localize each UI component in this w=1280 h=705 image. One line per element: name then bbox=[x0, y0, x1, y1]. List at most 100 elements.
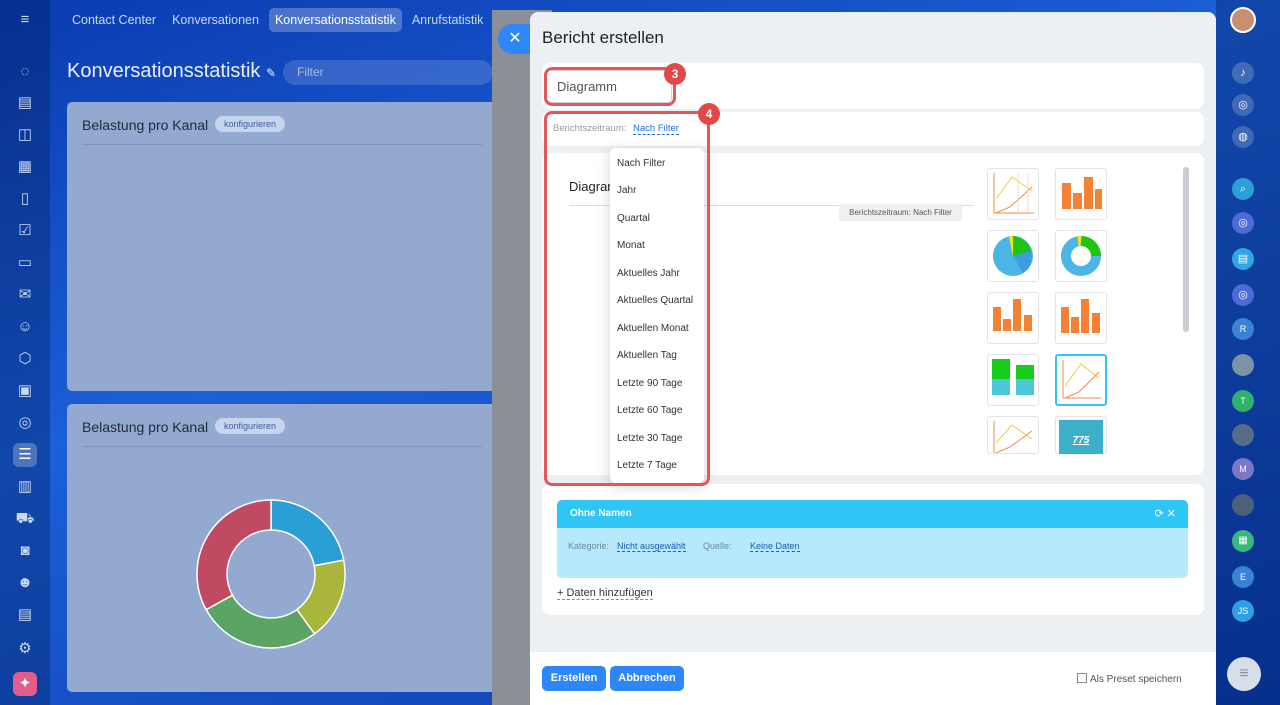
sheet-icon[interactable]: ▦ bbox=[1232, 530, 1254, 552]
dataset-name[interactable]: Ohne Namen bbox=[570, 508, 632, 519]
line-chart-thumb-icon bbox=[993, 173, 1034, 214]
widget-type-area[interactable] bbox=[987, 416, 1039, 454]
source-label: Quelle: bbox=[703, 541, 732, 551]
calendar-icon[interactable]: ▦ bbox=[13, 155, 37, 179]
channel-icon[interactable]: ◎ bbox=[1232, 212, 1254, 234]
bar-chart-thumb-icon bbox=[1062, 177, 1102, 209]
pulse-icon[interactable]: ◌ bbox=[13, 60, 37, 84]
user-photo-avatar[interactable] bbox=[1232, 424, 1254, 446]
add-data-link[interactable]: + Daten hinzufügen bbox=[557, 587, 653, 600]
notifications-icon[interactable]: ♪ bbox=[1232, 62, 1254, 84]
card-title: Belastung pro Kanal bbox=[82, 419, 209, 435]
divider bbox=[82, 144, 482, 145]
chat-icon[interactable]: ◫ bbox=[13, 123, 37, 147]
configure-button[interactable]: konfigurieren bbox=[215, 418, 286, 434]
preview-scrollbar[interactable] bbox=[1183, 167, 1189, 332]
widget-type-pie-chart[interactable] bbox=[987, 230, 1039, 282]
linear-chart-thumb-icon bbox=[1062, 360, 1101, 399]
mail-icon[interactable]: ✉ bbox=[13, 283, 37, 307]
category-label: Kategorie: bbox=[568, 541, 610, 551]
box-icon[interactable]: ◙ bbox=[13, 539, 37, 563]
menu-icon[interactable]: ≡ bbox=[13, 8, 37, 32]
user-initial-avatar[interactable]: E bbox=[1232, 566, 1254, 588]
settings-icon[interactable]: ⚙ bbox=[13, 637, 37, 661]
store-icon[interactable]: ▤ bbox=[13, 603, 37, 627]
widget-type-donut-chart[interactable] bbox=[1055, 230, 1107, 282]
report-card-2: Belastung pro Kanal konfigurieren bbox=[67, 404, 497, 692]
number-widget-value: 775 bbox=[1072, 435, 1090, 446]
slider-title: Bericht erstellen bbox=[542, 28, 664, 47]
widget-type-grouped-bar[interactable] bbox=[987, 292, 1039, 344]
highlight-name bbox=[544, 67, 676, 106]
highlight-period bbox=[544, 111, 710, 486]
user-photo-avatar[interactable] bbox=[1232, 494, 1254, 516]
rocket-icon[interactable]: ✦ bbox=[13, 672, 37, 696]
cancel-button[interactable]: Abbrechen bbox=[610, 666, 684, 691]
donut-chart bbox=[196, 499, 346, 649]
pie-chart-thumb-icon bbox=[993, 236, 1033, 276]
target-icon[interactable]: ◎ bbox=[13, 411, 37, 435]
edit-pencil-icon[interactable]: ✎ bbox=[266, 66, 276, 80]
user-initial-avatar[interactable]: M bbox=[1232, 458, 1254, 480]
source-selector[interactable]: Keine Daten bbox=[750, 541, 800, 552]
hexagon-icon[interactable]: ⬡ bbox=[13, 347, 37, 371]
analytics-icon[interactable]: ▥ bbox=[13, 475, 37, 499]
widget-type-histogram[interactable] bbox=[1055, 292, 1107, 344]
user-avatar[interactable] bbox=[1230, 7, 1256, 33]
preset-checkbox[interactable] bbox=[1077, 673, 1087, 683]
document-icon[interactable]: ▯ bbox=[13, 187, 37, 211]
widget-type-stacked-bar[interactable] bbox=[987, 354, 1039, 406]
tab-contact-center[interactable]: Contact Center bbox=[66, 8, 162, 32]
step-badge-3: 3 bbox=[664, 63, 686, 85]
messages-icon[interactable]: ▤ bbox=[1232, 248, 1254, 270]
histogram-thumb-icon bbox=[1061, 299, 1100, 333]
preset-label: Als Preset speichern bbox=[1090, 674, 1182, 685]
filter-stats-icon[interactable]: ☰ bbox=[13, 443, 37, 467]
crm-icon[interactable]: ▭ bbox=[13, 251, 37, 275]
groups-icon[interactable]: ☺ bbox=[13, 315, 37, 339]
user-initial-avatar[interactable]: JS bbox=[1232, 600, 1254, 622]
chat-bubble-icon[interactable]: ◍ bbox=[1232, 126, 1254, 148]
dataset-body: Kategorie: Nicht ausgewählt Quelle: Kein… bbox=[557, 528, 1188, 578]
cart-icon[interactable]: ⛟ bbox=[13, 507, 37, 531]
donut-chart-thumb-icon bbox=[1061, 235, 1101, 276]
tab-conversations[interactable]: Konversationen bbox=[166, 8, 265, 32]
widget-type-bar-chart[interactable] bbox=[1055, 168, 1107, 220]
report-card-1: Belastung pro Kanal konfigurieren bbox=[67, 102, 497, 391]
donut-slice bbox=[205, 594, 316, 649]
spiral-icon[interactable]: ◎ bbox=[1232, 94, 1254, 116]
dataset-actions-icon[interactable]: ⟳ ✕ bbox=[1155, 500, 1177, 528]
preview-period-tag: Berichtszeitraum: Nach Filter bbox=[839, 204, 962, 221]
widget-type-number[interactable]: 775 bbox=[1055, 416, 1107, 454]
page-title-text: Konversationsstatistik bbox=[67, 60, 261, 82]
left-sidebar: ≡ ◌ ▤ ◫ ▦ ▯ ☑ ▭ ✉ ☺ ⬡ ▣ ◎ ☰ ▥ ⛟ ◙ ☻ ▤ ⚙ … bbox=[0, 0, 50, 705]
grouped-bar-thumb-icon bbox=[993, 299, 1032, 331]
create-button[interactable]: Erstellen bbox=[542, 666, 606, 691]
donut-slice bbox=[270, 499, 345, 567]
robot-icon[interactable]: ☻ bbox=[13, 571, 37, 595]
dataset-header: Ohne Namen ⟳ ✕ bbox=[557, 500, 1188, 528]
top-navigation: Contact Center Konversationen Konversati… bbox=[66, 8, 489, 32]
close-icon[interactable]: ✕ bbox=[498, 24, 532, 54]
page-title: Konversationsstatistik ✎ bbox=[67, 60, 276, 83]
widget-type-linear-selected[interactable] bbox=[1055, 354, 1107, 406]
filter-input[interactable]: Filter bbox=[283, 60, 493, 85]
search-chat-icon[interactable]: ⌕ bbox=[1232, 178, 1254, 200]
category-selector[interactable]: Nicht ausgewählt bbox=[617, 541, 686, 552]
tab-call-stats[interactable]: Anrufstatistik bbox=[406, 8, 490, 32]
user-photo-avatar[interactable] bbox=[1232, 354, 1254, 376]
area-chart-thumb-icon bbox=[993, 421, 1033, 454]
step-badge-4: 4 bbox=[698, 103, 720, 125]
tasks-icon[interactable]: ☑ bbox=[13, 219, 37, 243]
user-initial-avatar[interactable]: T bbox=[1232, 390, 1254, 412]
configure-button[interactable]: konfigurieren bbox=[215, 116, 286, 132]
widget-type-line-chart[interactable] bbox=[987, 168, 1039, 220]
user-initial-avatar[interactable]: R bbox=[1232, 318, 1254, 340]
divider bbox=[82, 446, 482, 447]
feed-icon[interactable]: ▤ bbox=[13, 91, 37, 115]
tab-conversation-stats[interactable]: Konversationsstatistik bbox=[268, 8, 402, 32]
channel-icon[interactable]: ◎ bbox=[1232, 284, 1254, 306]
menu-more-icon[interactable]: ≡ bbox=[1227, 657, 1261, 691]
monitor-icon[interactable]: ▣ bbox=[13, 379, 37, 403]
card-title: Belastung pro Kanal bbox=[82, 117, 209, 133]
